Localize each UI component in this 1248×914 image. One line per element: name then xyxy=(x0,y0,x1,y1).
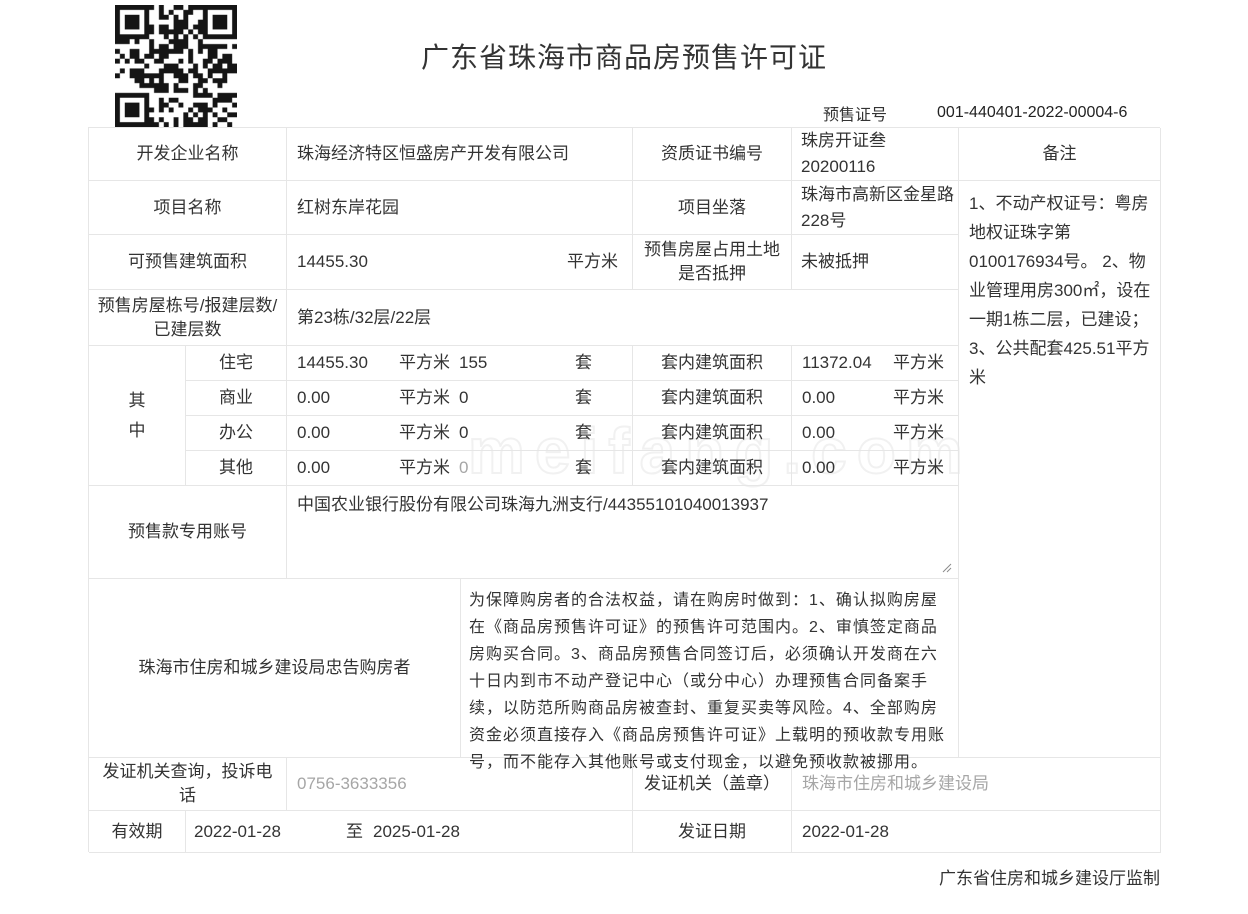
area-unit-label: 平方米 xyxy=(893,456,944,480)
issuer-label: 发证机关（盖章） xyxy=(633,758,792,811)
inner-area-cell-other: 0.00 平方米 xyxy=(792,451,959,486)
land-mortgage-value[interactable]: 未被抵押 xyxy=(792,235,959,290)
area-unit-label: 平方米 xyxy=(399,351,459,375)
inner-area-label: 套内建筑面积 xyxy=(633,381,792,416)
area-unit-label: 平方米 xyxy=(399,456,459,480)
inner-area-value[interactable]: 0.00 xyxy=(802,421,835,445)
issuer-value[interactable]: 珠海市住房和城乡建设局 xyxy=(792,758,1161,811)
area-unit-label: 平方米 xyxy=(399,421,459,445)
cert-no-value[interactable]: 珠房开证叁 20200116 xyxy=(792,128,959,181)
notice-label: 珠海市住房和城乡建设局忠告购房者 xyxy=(89,579,461,758)
permit-number-value: 001-440401-2022-00004-6 xyxy=(937,104,1127,122)
count-unit-label: 套 xyxy=(559,351,632,375)
developer-value[interactable]: 珠海经济特区恒盛房产开发有限公司 xyxy=(287,128,633,181)
buildings-value[interactable]: 第23栋/32层/22层 xyxy=(287,290,959,346)
validity-to-label: 至 xyxy=(346,820,363,844)
inner-area-label: 套内建筑面积 xyxy=(633,416,792,451)
validity-from-value[interactable]: 2022-01-28 xyxy=(194,820,346,844)
presale-area-unit: 平方米 xyxy=(567,250,618,274)
presale-area-value-cell[interactable]: 14455.30 平方米 xyxy=(287,235,633,290)
inquiry-phone-value[interactable]: 0756-3633356 xyxy=(287,758,633,811)
breakdown-type-commercial: 商业 xyxy=(186,381,287,416)
land-mortgage-label: 预售房屋占用土地是否抵押 xyxy=(633,235,792,290)
inner-area-value[interactable]: 0.00 xyxy=(802,386,835,410)
permit-number-label: 预售证号 xyxy=(823,101,887,125)
breakdown-count-value[interactable]: 0 xyxy=(459,386,559,410)
validity-label: 有效期 xyxy=(89,811,186,853)
breakdown-type-office: 办公 xyxy=(186,416,287,451)
buildings-label: 预售房屋栋号/报建层数/已建层数 xyxy=(89,290,287,346)
issue-date-label: 发证日期 xyxy=(633,811,792,853)
account-textarea[interactable]: 中国农业银行股份有限公司珠海九洲支行/44355101040013937 xyxy=(287,486,959,579)
breakdown-area-value[interactable]: 0.00 xyxy=(297,386,399,410)
inner-area-cell-residential: 11372.04 平方米 xyxy=(792,346,959,381)
account-value: 中国农业银行股份有限公司珠海九洲支行/44355101040013937 xyxy=(297,495,768,514)
inner-area-cell-commercial: 0.00 平方米 xyxy=(792,381,959,416)
breakdown-row-other: 0.00 平方米 0 套 xyxy=(287,451,633,486)
breakdown-type-other: 其他 xyxy=(186,451,287,486)
area-unit-label: 平方米 xyxy=(893,351,944,375)
remark-content: 1、不动产权证号：粤房地权证珠字第0100176934号。 2、物业管理用房30… xyxy=(959,181,1161,758)
validity-to-value[interactable]: 2025-01-28 xyxy=(373,820,460,844)
breakdown-count-value[interactable]: 0 xyxy=(459,421,559,445)
breakdown-area-value[interactable]: 14455.30 xyxy=(297,351,399,375)
count-unit-label: 套 xyxy=(559,421,632,445)
page-title: 广东省珠海市商品房预售许可证 xyxy=(88,36,1160,76)
project-location-label: 项目坐落 xyxy=(633,181,792,235)
breakdown-count-value[interactable]: 155 xyxy=(459,351,559,375)
inner-area-label: 套内建筑面积 xyxy=(633,346,792,381)
presale-area-label: 可预售建筑面积 xyxy=(89,235,287,290)
certificate-table: 开发企业名称 珠海经济特区恒盛房产开发有限公司 资质证书编号 珠房开证叁 202… xyxy=(88,127,1160,852)
breakdown-type-residential: 住宅 xyxy=(186,346,287,381)
certificate-page: 广东省珠海市商品房预售许可证 预售证号 001-440401-2022-0000… xyxy=(0,0,1248,914)
count-unit-label: 套 xyxy=(559,456,632,480)
inner-area-label: 套内建筑面积 xyxy=(633,451,792,486)
inner-area-value[interactable]: 11372.04 xyxy=(802,351,872,375)
breakdown-row-residential: 14455.30 平方米 155 套 xyxy=(287,346,633,381)
breakdown-row-office: 0.00 平方米 0 套 xyxy=(287,416,633,451)
issue-date-value[interactable]: 2022-01-28 xyxy=(792,811,1161,853)
area-unit-label: 平方米 xyxy=(893,421,944,445)
cert-no-label: 资质证书编号 xyxy=(633,128,792,181)
developer-label: 开发企业名称 xyxy=(89,128,287,181)
project-location-value[interactable]: 珠海市高新区金星路228号 xyxy=(792,181,959,235)
inner-area-value[interactable]: 0.00 xyxy=(802,456,835,480)
breakdown-label: 其 中 xyxy=(89,346,186,486)
presale-area-value[interactable]: 14455.30 xyxy=(297,250,368,274)
textarea-resize-handle-icon[interactable] xyxy=(940,561,952,573)
inner-area-cell-office: 0.00 平方米 xyxy=(792,416,959,451)
permit-number-row: 预售证号 001-440401-2022-00004-6 xyxy=(823,101,1127,125)
breakdown-row-commercial: 0.00 平方米 0 套 xyxy=(287,381,633,416)
validity-cell: 2022-01-28 至 2025-01-28 xyxy=(186,811,633,853)
notice-text: 为保障购房者的合法权益，请在购房时做到：1、确认拟购房屋在《商品房预售许可证》的… xyxy=(461,579,959,758)
remark-header: 备注 xyxy=(959,128,1161,181)
project-name-label: 项目名称 xyxy=(89,181,287,235)
breakdown-count-value[interactable]: 0 xyxy=(459,456,559,480)
area-unit-label: 平方米 xyxy=(893,386,944,410)
account-label: 预售款专用账号 xyxy=(89,486,287,579)
breakdown-area-value[interactable]: 0.00 xyxy=(297,421,399,445)
project-name-value[interactable]: 红树东岸花园 xyxy=(287,181,633,235)
inquiry-phone-label: 发证机关查询，投诉电话 xyxy=(89,758,287,811)
area-unit-label: 平方米 xyxy=(399,386,459,410)
supervisor-note: 广东省住房和城乡建设厅监制 xyxy=(88,864,1160,889)
count-unit-label: 套 xyxy=(559,386,632,410)
breakdown-area-value[interactable]: 0.00 xyxy=(297,456,399,480)
